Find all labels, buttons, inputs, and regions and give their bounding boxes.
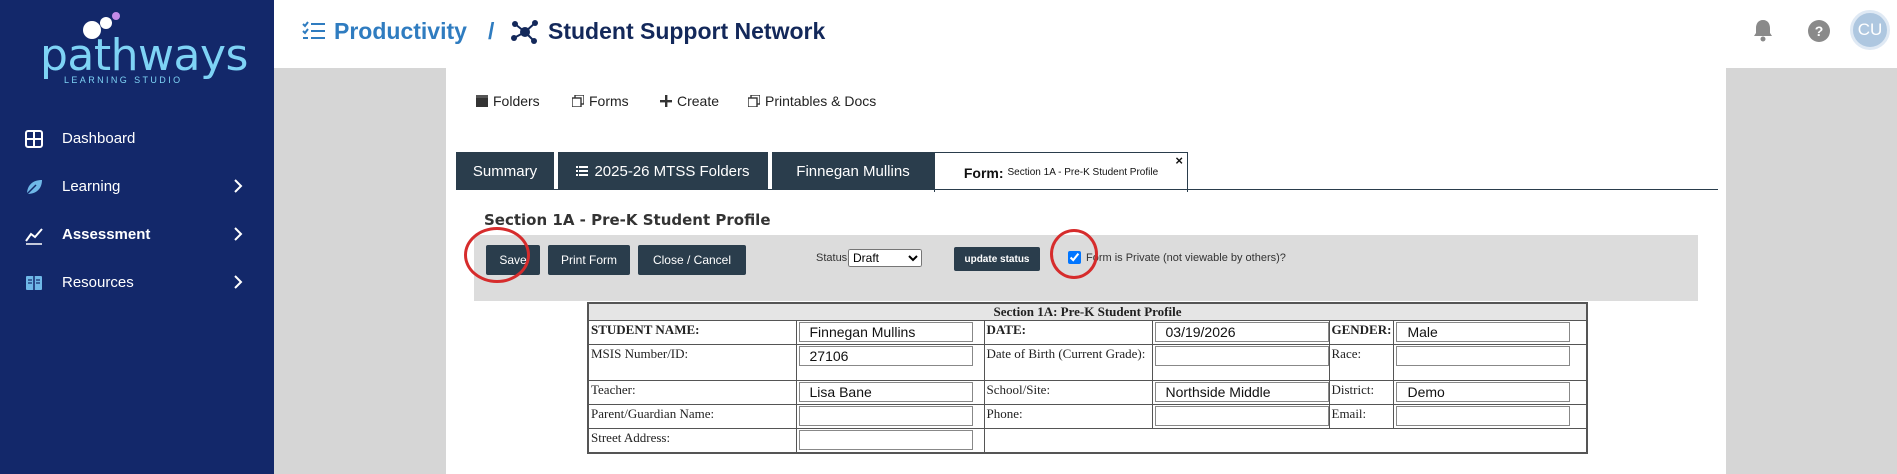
label-dob: Date of Birth (Current Grade): [983, 344, 1153, 381]
street-field[interactable] [798, 430, 973, 450]
tab-student-label: Finnegan Mullins [796, 162, 910, 180]
label-gender: GENDER: [1328, 320, 1395, 345]
nav-forms[interactable]: Forms [572, 93, 629, 109]
top-header: Productivity / Student Support Network ?… [274, 0, 1897, 68]
label-msis: MSIS Number/ID: [587, 344, 797, 381]
nav-printables-label: Printables & Docs [765, 93, 877, 109]
tab-form-name: Section 1A - Pre-K Student Profile [1007, 167, 1159, 178]
forms-icon [572, 95, 584, 107]
main-panel: Folders Forms Create Printables & Docs S… [446, 68, 1726, 474]
table-row: STUDENT NAME: DATE: GENDER: [587, 320, 1588, 345]
network-icon [511, 20, 538, 44]
parent-field[interactable] [798, 406, 973, 426]
phone-field[interactable] [1154, 406, 1329, 426]
nav-create[interactable]: Create [660, 93, 719, 109]
label-student-name: STUDENT NAME: [587, 320, 797, 345]
book-icon [26, 276, 42, 290]
chevron-right-icon [234, 179, 243, 193]
sidebar-item-label: Assessment [62, 225, 151, 243]
label-district: District: [1328, 380, 1395, 405]
help-icon[interactable]: ? [1808, 20, 1830, 42]
sidebar-item-assessment[interactable]: Assessment [0, 212, 274, 256]
avatar[interactable]: CU [1850, 10, 1890, 50]
table-row: MSIS Number/ID: Date of Birth (Current G… [587, 344, 1588, 381]
sidebar-item-dashboard[interactable]: Dashboard [0, 116, 274, 160]
sidebar-item-label: Learning [62, 177, 121, 195]
tab-summary-label: Summary [472, 162, 538, 180]
label-date: DATE: [983, 320, 1153, 345]
nav-printables[interactable]: Printables & Docs [748, 93, 876, 109]
table-row: Parent/Guardian Name: Phone: Email: [587, 404, 1588, 429]
tab-summary[interactable]: Summary [456, 152, 554, 190]
sidebar-item-resources[interactable]: Resources [0, 260, 274, 304]
update-status-button[interactable]: update status [954, 247, 1040, 271]
close-icon[interactable]: × [1175, 153, 1183, 168]
sidebar-item-label: Resources [62, 273, 134, 291]
documents-icon [748, 95, 760, 107]
label-race: Race: [1328, 344, 1395, 381]
dob-field[interactable] [1154, 346, 1329, 366]
date-field[interactable] [1154, 322, 1329, 342]
form-heading: Section 1A - Pre-K Student Profile [484, 211, 771, 229]
tab-form-prefix: Form: [963, 164, 1004, 181]
sidebar-item-label: Dashboard [62, 129, 136, 147]
label-parent: Parent/Guardian Name: [587, 404, 797, 429]
pathways-logo[interactable]: pathways LEARNING STUDIO [40, 10, 248, 85]
close-cancel-button[interactable]: Close / Cancel [638, 245, 746, 275]
table-row: Teacher: School/Site: District: [587, 380, 1588, 405]
chart-icon [25, 228, 43, 245]
dashboard-icon [25, 130, 43, 148]
table-caption: Section 1A: Pre-K Student Profile [587, 302, 1588, 321]
sidebar: pathways LEARNING STUDIO Dashboard Learn… [0, 0, 274, 474]
leaf-icon [26, 180, 42, 195]
checklist-icon [302, 21, 325, 39]
school-field[interactable] [1154, 382, 1329, 402]
sidebar-item-learning[interactable]: Learning [0, 164, 274, 208]
folder-icon [476, 95, 488, 107]
msis-field[interactable] [798, 346, 973, 366]
form-action-bar: Save Print Form Close / Cancel Status Dr… [464, 227, 1698, 301]
tab-mtss-folders-label: 2025-26 MTSS Folders [594, 162, 750, 180]
tab-mtss-folders[interactable]: 2025-26 MTSS Folders [558, 152, 768, 190]
page-title: Student Support Network [548, 18, 826, 44]
student-name-field[interactable] [798, 322, 973, 342]
gender-field[interactable] [1396, 322, 1571, 342]
nav-forms-label: Forms [589, 93, 629, 109]
breadcrumb-separator: / [488, 18, 495, 44]
plus-icon [660, 95, 672, 107]
empty-cell [983, 428, 1588, 453]
breadcrumb-section[interactable]: Productivity [334, 18, 467, 45]
nav-folders[interactable]: Folders [476, 93, 540, 109]
email-field[interactable] [1396, 406, 1571, 426]
chevron-right-icon [234, 227, 243, 241]
nav-create-label: Create [677, 93, 720, 109]
label-email: Email: [1328, 404, 1395, 429]
race-field[interactable] [1396, 346, 1571, 366]
print-form-button[interactable]: Print Form [548, 245, 630, 275]
tab-student[interactable]: Finnegan Mullins [772, 152, 934, 190]
teacher-field[interactable] [798, 382, 973, 402]
list-icon [576, 166, 589, 176]
private-checkbox-label: Form is Private (not viewable by others)… [1086, 252, 1286, 264]
status-label: Status [816, 252, 848, 264]
logo-subtitle: LEARNING STUDIO [64, 75, 183, 85]
logo-wordmark: pathways [40, 30, 248, 81]
label-phone: Phone: [983, 404, 1153, 429]
chevron-right-icon [234, 275, 243, 289]
tab-divider [456, 189, 1718, 190]
label-school: School/Site: [983, 380, 1153, 405]
highlight-circle-save [464, 227, 530, 283]
tab-form[interactable]: Form: Section 1A - Pre-K Student Profile… [934, 152, 1188, 192]
student-profile-table: Section 1A: Pre-K Student Profile STUDEN… [587, 302, 1588, 454]
label-street: Street Address: [587, 428, 797, 453]
bell-icon[interactable] [1752, 18, 1774, 42]
status-select[interactable]: Draft [848, 249, 922, 267]
nav-folders-label: Folders [493, 93, 540, 109]
table-row: Street Address: [587, 428, 1588, 453]
district-field[interactable] [1396, 382, 1571, 402]
label-teacher: Teacher: [587, 380, 797, 405]
highlight-circle-checkbox [1050, 229, 1098, 279]
